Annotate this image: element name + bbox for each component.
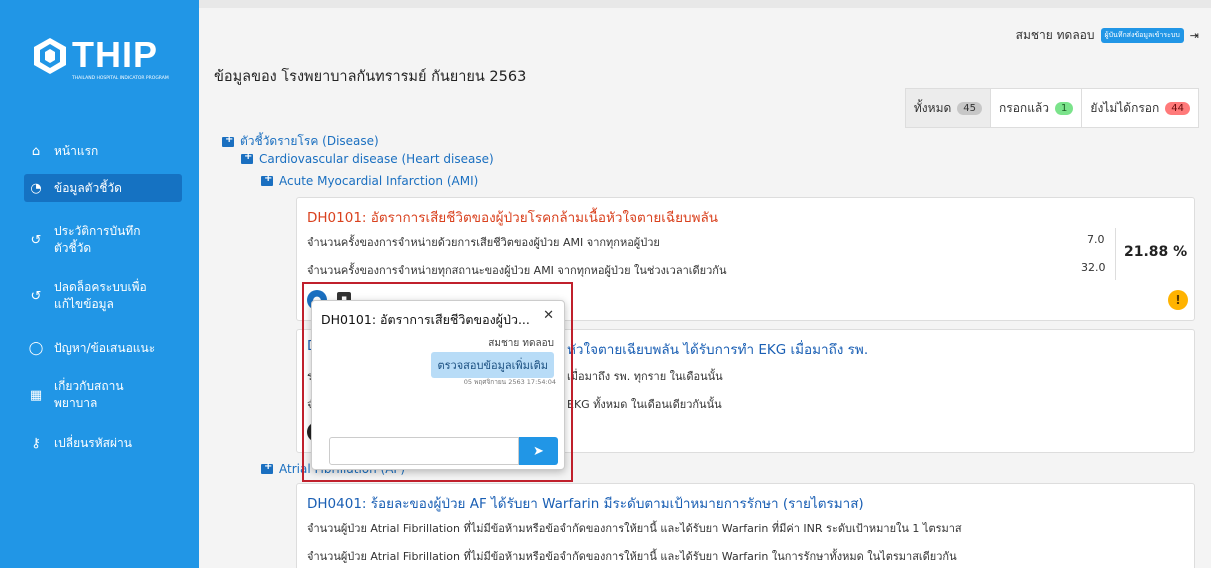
comment-popup-title: DH0101: อัตราการเสียชีวิตของผู้ป่ว... xyxy=(321,312,530,327)
sidebar-item-label: ข้อมูลตัวชี้วัด xyxy=(54,180,122,195)
sidebar-item-indicator-data[interactable]: ◔ ข้อมูลตัวชี้วัด xyxy=(24,174,182,202)
numerator-value: 7.0 xyxy=(1087,233,1105,246)
tree-label: Acute Myocardial Infarction (AMI) xyxy=(279,174,479,188)
comment-timestamp: 05 พฤศจิกายน 2563 17:54:04 xyxy=(463,378,556,386)
sidebar-item-label: เกี่ยวกับสถานพยาบาล xyxy=(54,379,124,410)
tab-label: ยังไม่ได้กรอก xyxy=(1090,101,1160,115)
denominator-value: 32.0 xyxy=(1081,261,1106,274)
logout-icon[interactable]: ⇥ xyxy=(1190,29,1199,42)
close-icon[interactable]: ✕ xyxy=(543,308,554,323)
comment-message: ตรวจสอบข้อมูลเพิ่มเติม xyxy=(431,352,554,378)
indicator-title[interactable]: DH0401: ร้อยละของผู้ป่วย AF ได้รับยา War… xyxy=(307,492,864,514)
indicator-numerator-label: จำนวนผู้ป่วย Atrial Fibrillation ที่ไม่ม… xyxy=(307,522,962,535)
send-icon: ➤ xyxy=(533,443,544,459)
count-badge: 45 xyxy=(957,102,983,115)
tree-item-ami[interactable]: Acute Myocardial Infarction (AMI) xyxy=(261,173,479,188)
hospital-icon: ▦ xyxy=(29,387,43,403)
comment-sender: สมชาย ทดลอบ xyxy=(488,338,554,349)
tree-item-cardiovascular[interactable]: Cardiovascular disease (Heart disease) xyxy=(241,151,494,166)
tree-label: Cardiovascular disease (Heart disease) xyxy=(259,152,494,166)
indicator-result: 21.88 % xyxy=(1124,244,1188,260)
indicator-numerator-label-right: เมื่อมาถึง รพ. ทุกราย ในเดือนนั้น xyxy=(567,370,723,383)
warning-icon[interactable]: ! xyxy=(1168,290,1188,310)
indicator-title[interactable]: DH0101: อัตราการเสียชีวิตของผู้ป่วยโรคกล… xyxy=(307,206,718,228)
key-icon: ⚷ xyxy=(31,435,41,451)
tree-label: ตัวชี้วัดรายโรค (Disease) xyxy=(240,134,379,148)
sidebar-item-home[interactable]: ⌂ หน้าแรก xyxy=(24,142,182,160)
folder-icon xyxy=(222,134,234,147)
sidebar-item-unlock[interactable]: ↺ ปลดล็อคระบบเพื่อแก้ไขข้อมูล xyxy=(24,278,182,314)
sidebar-item-label: ปลดล็อคระบบเพื่อแก้ไขข้อมูล xyxy=(54,280,147,311)
role-badge: ผู้บันทึกส่งข้อมูลเข้าระบบ xyxy=(1100,28,1184,43)
indicator-title-right[interactable]: หัวใจตายเฉียบพลัน ได้รับการทำ EKG เมื่อม… xyxy=(567,338,868,360)
indicator-denominator-label: จำนวนผู้ป่วย Atrial Fibrillation ที่ไม่ม… xyxy=(307,550,957,563)
count-badge: 44 xyxy=(1165,102,1190,115)
folder-icon xyxy=(261,461,273,474)
sidebar: THIP THAILAND HOSPITAL INDICATOR PROGRAM… xyxy=(0,0,199,568)
filter-tabs: ทั้งหมด 45 กรอกแล้ว 1 ยังไม่ได้กรอก 44 xyxy=(904,88,1199,128)
indicator-denominator-label-right: EKG ทั้งหมด ในเดือนเดียวกันนั้น xyxy=(567,398,722,411)
sidebar-item-history[interactable]: ↺ ประวัติการบันทึกตัวชี้วัด xyxy=(24,222,182,258)
sidebar-item-label: เปลี่ยนรหัสผ่าน xyxy=(54,435,132,450)
folder-icon xyxy=(241,151,253,164)
indicator-card-dh0401: DH0401: ร้อยละของผู้ป่วย AF ได้รับยา War… xyxy=(296,483,1195,568)
logo-title: THIP xyxy=(72,34,159,75)
folder-icon xyxy=(261,173,273,186)
sidebar-item-label: ปัญหา/ข้อเสนอแนะ xyxy=(54,340,156,355)
sidebar-item-label: หน้าแรก xyxy=(54,143,99,158)
tab-all[interactable]: ทั้งหมด 45 xyxy=(905,89,992,127)
tree-item-disease[interactable]: ตัวชี้วัดรายโรค (Disease) xyxy=(222,132,379,151)
home-icon: ⌂ xyxy=(31,143,41,159)
indicator-numerator-label: จำนวนครั้งของการจำหน่ายด้วยการเสียชีวิตข… xyxy=(307,236,660,249)
indicator-denominator-label: จำนวนครั้งของการจำหน่ายทุกสถานะของผู้ป่ว… xyxy=(307,264,727,277)
tab-label: กรอกแล้ว xyxy=(999,101,1050,115)
tab-filled[interactable]: กรอกแล้ว 1 xyxy=(991,89,1083,127)
sidebar-item-label: ประวัติการบันทึกตัวชี้วัด xyxy=(54,224,141,255)
tab-label: ทั้งหมด xyxy=(913,101,952,115)
count-badge: 1 xyxy=(1055,102,1074,115)
divider xyxy=(1115,228,1116,280)
unlock-history-icon: ↺ xyxy=(30,288,42,304)
tab-not-filled[interactable]: ยังไม่ได้กรอก 44 xyxy=(1082,89,1198,127)
dashboard-icon: ◔ xyxy=(30,180,42,196)
send-button[interactable]: ➤ xyxy=(519,437,558,465)
sidebar-item-hospital[interactable]: ▦ เกี่ยวกับสถานพยาบาล xyxy=(24,377,182,413)
history-icon: ↺ xyxy=(30,232,42,248)
top-bar: สมชาย ทดลอบ ผู้บันทึกส่งข้อมูลเข้าระบบ ⇥ xyxy=(199,0,1211,43)
sidebar-item-feedback[interactable]: ◯ ปัญหา/ข้อเสนอแนะ xyxy=(24,339,182,357)
page-title: ข้อมูลของ โรงพยาบาลกันทรารมย์ กันยายน 25… xyxy=(214,69,527,85)
logo-mark-icon xyxy=(34,38,66,74)
thip-logo[interactable]: THIP THAILAND HOSPITAL INDICATOR PROGRAM xyxy=(30,34,180,86)
comment-input[interactable] xyxy=(329,437,519,465)
logo-subtitle: THAILAND HOSPITAL INDICATOR PROGRAM xyxy=(72,76,169,81)
sidebar-item-password[interactable]: ⚷ เปลี่ยนรหัสผ่าน xyxy=(24,434,182,452)
comment-icon: ◯ xyxy=(28,340,44,356)
comment-popup: DH0101: อัตราการเสียชีวิตของผู้ป่ว... ✕ … xyxy=(311,300,565,470)
